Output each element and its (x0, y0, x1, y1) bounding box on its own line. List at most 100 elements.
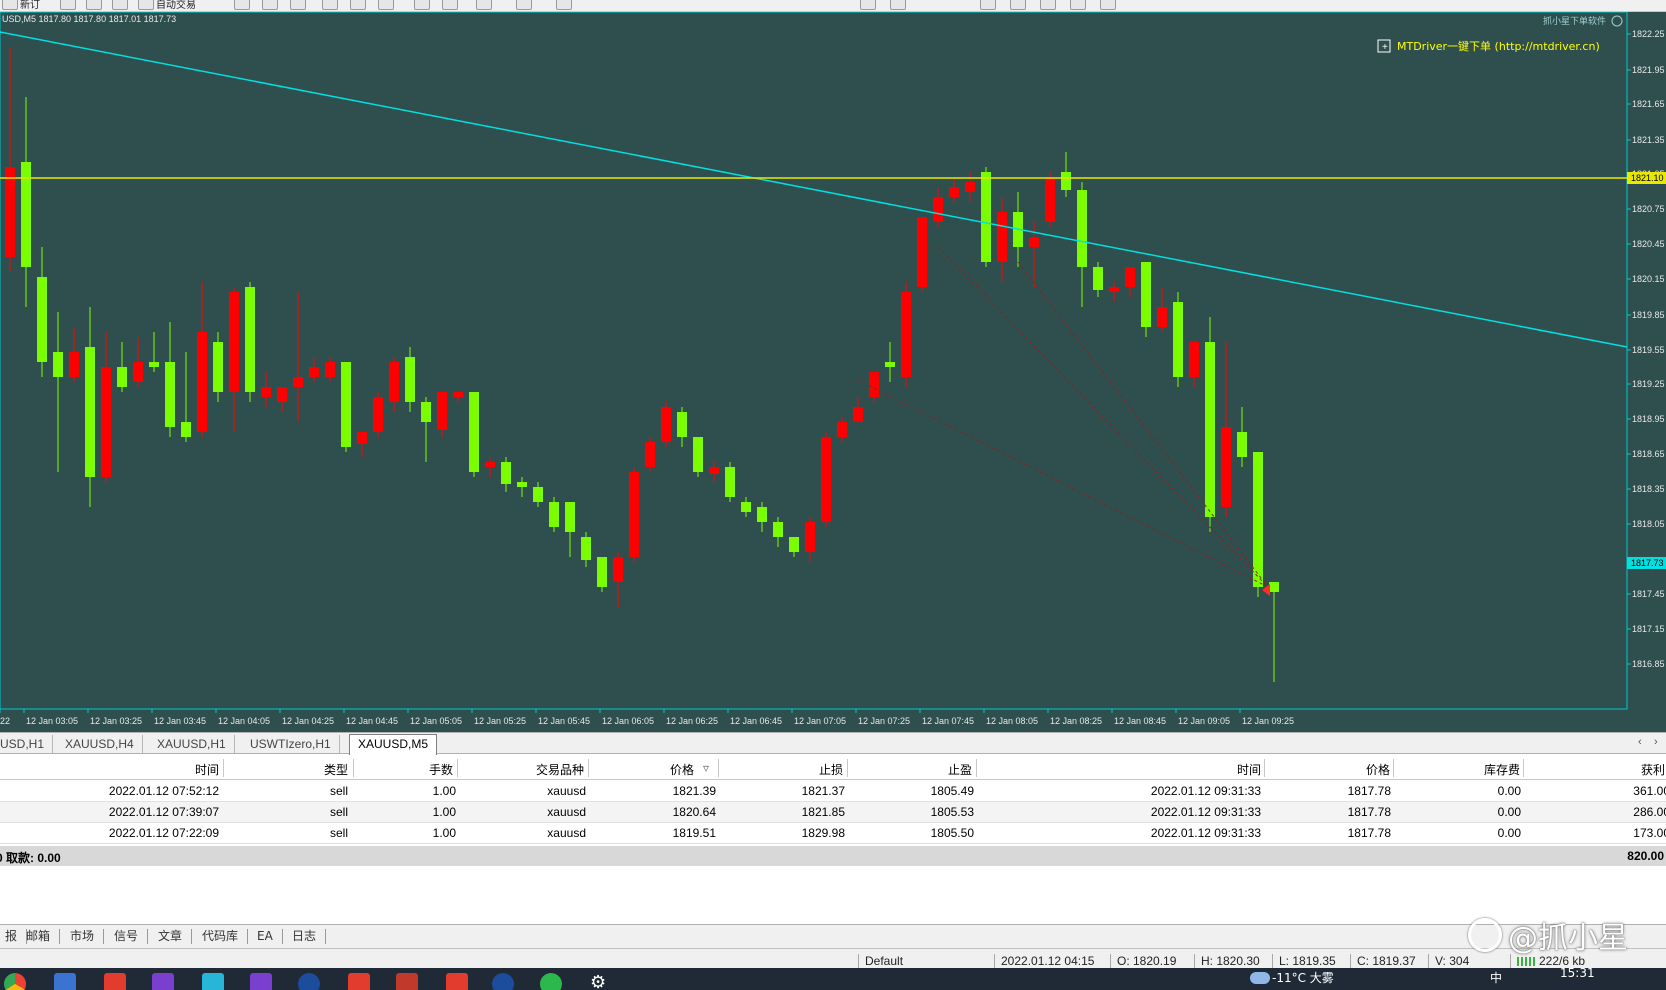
terminal-tab-articles[interactable]: 文章 (149, 929, 193, 944)
tab-scroll-left-icon[interactable]: ‹ (1638, 736, 1642, 748)
cursor-icon[interactable] (860, 0, 876, 10)
cell-stop-loss: 1821.85 (801, 805, 845, 819)
bull-candle (1061, 172, 1071, 190)
mail-icon[interactable] (86, 0, 102, 10)
bear-candle (277, 387, 287, 402)
history-row[interactable]: 2022.01.12 07:22:09 sell 1.00 xauusd 181… (0, 823, 1666, 844)
pdf-icon[interactable] (446, 973, 468, 990)
settings-gear-icon[interactable]: ⚙ (590, 973, 612, 990)
col-type[interactable]: 类型 (324, 761, 348, 778)
chart-tab-usd-h1[interactable]: USD,H1 (0, 735, 54, 753)
bear-candle (869, 372, 879, 397)
col-separator (1264, 759, 1265, 777)
tile-windows-icon[interactable] (378, 0, 394, 10)
period-icon[interactable] (516, 0, 532, 10)
autoscroll-icon[interactable] (442, 0, 458, 10)
arrow-tool-icon[interactable] (1100, 0, 1116, 10)
zoom-in-icon[interactable] (322, 0, 338, 10)
zoom-out-icon[interactable] (350, 0, 366, 10)
col-take-profit[interactable]: 止盈 (948, 761, 972, 778)
weather-text[interactable]: -11°C 大雾 (1272, 969, 1334, 986)
app-icon[interactable] (54, 973, 76, 990)
bear-candle (853, 407, 863, 422)
taskbar-clock[interactable]: 15:31 (1560, 968, 1595, 980)
plot-area (0, 12, 1628, 710)
line-chart-icon[interactable] (290, 0, 306, 10)
col-volume[interactable]: 手数 (429, 761, 453, 778)
col-open-time[interactable]: 时间 (195, 761, 219, 778)
cell-stop-loss: 1821.37 (801, 784, 845, 798)
chrome-icon[interactable] (4, 973, 26, 990)
history-row[interactable]: 2022.01.12 07:52:12 sell 1.00 xauusd 182… (0, 781, 1666, 802)
account-history-panel: 时间 类型 手数 交易品种 价格 ▿ 止损 止盈 时间 价格 库存费 获利 20… (0, 756, 1666, 920)
text-tool-icon[interactable] (1070, 0, 1086, 10)
bar-chart-icon[interactable] (234, 0, 250, 10)
col-separator (847, 759, 848, 777)
col-profit[interactable]: 获利 (1641, 761, 1665, 778)
cell-swap: 0.00 (1497, 784, 1521, 798)
col-close-time[interactable]: 时间 (1237, 761, 1261, 778)
time-axis-label: 12 Jan 03:05 (26, 716, 78, 726)
strategy-tester-icon[interactable] (112, 0, 128, 10)
time-axis-label: 12 Jan 06:25 (666, 716, 718, 726)
bear-candle (453, 392, 463, 397)
bull-candle (1141, 262, 1151, 327)
bull-candle (213, 342, 223, 392)
history-row[interactable]: 2022.01.12 07:39:07 sell 1.00 xauusd 182… (0, 802, 1666, 823)
sort-desc-icon[interactable]: ▿ (703, 761, 709, 775)
terminal-tab-mailbox[interactable]: 邮箱 (17, 929, 61, 944)
cell-symbol: xauusd (547, 805, 586, 819)
col-swap[interactable]: 库存费 (1484, 761, 1520, 778)
trendline-tool-icon[interactable] (980, 0, 996, 10)
crosshair-icon[interactable] (890, 0, 906, 10)
app-icon[interactable] (202, 973, 224, 990)
candlestick-chart-canvas[interactable]: USD,M5 1817.80 1817.80 1817.01 1817.73 抓小… (0, 12, 1666, 732)
auto-trading-button[interactable]: 自动交易 (156, 0, 196, 11)
col-close-price[interactable]: 价格 (1366, 761, 1390, 778)
tab-scroll-right-icon[interactable]: › (1654, 736, 1658, 748)
bull-candle (245, 287, 255, 392)
time-axis-label: 12 Jan 03:25 (90, 716, 142, 726)
chart-tab-xauusd-h4[interactable]: XAUUSD,H4 (57, 735, 143, 753)
terminal-tab-journal[interactable]: 日志 (283, 929, 327, 944)
bull-candle (1269, 582, 1279, 592)
terminal-tab-signals[interactable]: 信号 (105, 929, 149, 944)
col-open-price[interactable]: 价格 (670, 761, 694, 778)
template-icon[interactable] (556, 0, 572, 10)
new-order-icon[interactable] (2, 0, 18, 10)
candle-chart-icon[interactable] (262, 0, 278, 10)
terminal-tab-market[interactable]: 市场 (61, 929, 105, 944)
chart-shift-icon[interactable] (414, 0, 430, 10)
summary-balance: 0 取款: 0.00 (0, 851, 61, 865)
ime-indicator[interactable]: 中 (1490, 969, 1502, 986)
price-axis-label: 1822.25 (1632, 29, 1665, 39)
chart-tab-xauusd-h1[interactable]: XAUUSD,H1 (149, 735, 235, 753)
channel-tool-icon[interactable] (1010, 0, 1026, 10)
chart-tab-uswtizero-h1[interactable]: USWTIzero,H1 (242, 735, 340, 753)
ppt-app-icon[interactable] (250, 973, 272, 990)
time-axis-label: 12 Jan 05:45 (538, 716, 590, 726)
price-axis-label: 1821.35 (1632, 135, 1665, 145)
hx-app-icon[interactable] (396, 973, 418, 990)
col-stop-loss[interactable]: 止损 (819, 761, 843, 778)
ppt-app-icon[interactable] (152, 973, 174, 990)
price-axis-label: 1819.25 (1632, 379, 1665, 389)
pdf-icon[interactable] (104, 973, 126, 990)
metatrader-icon[interactable] (492, 973, 514, 990)
metatrader-icon[interactable] (298, 973, 320, 990)
price-chart[interactable]: USD,M5 1817.80 1817.80 1817.01 1817.73 抓小… (0, 12, 1666, 732)
auto-trading-icon[interactable] (138, 0, 154, 10)
fibonacci-tool-icon[interactable] (1040, 0, 1056, 10)
history-center-icon[interactable] (60, 0, 76, 10)
indicators-icon[interactable] (476, 0, 492, 10)
bull-candle (677, 412, 687, 437)
pdf-icon[interactable] (348, 973, 370, 990)
col-symbol[interactable]: 交易品种 (536, 761, 584, 778)
terminal-tab-codebase[interactable]: 代码库 (193, 929, 249, 944)
new-order-button[interactable]: 新订 (20, 0, 40, 11)
chart-tab-xauusd-m5[interactable]: XAUUSD,M5 (349, 734, 438, 755)
wechat-icon[interactable] (540, 973, 562, 990)
price-axis-label: 1821.95 (1632, 65, 1665, 75)
cell-volume: 1.00 (432, 805, 456, 819)
terminal-tab-ea[interactable]: EA (248, 929, 283, 944)
